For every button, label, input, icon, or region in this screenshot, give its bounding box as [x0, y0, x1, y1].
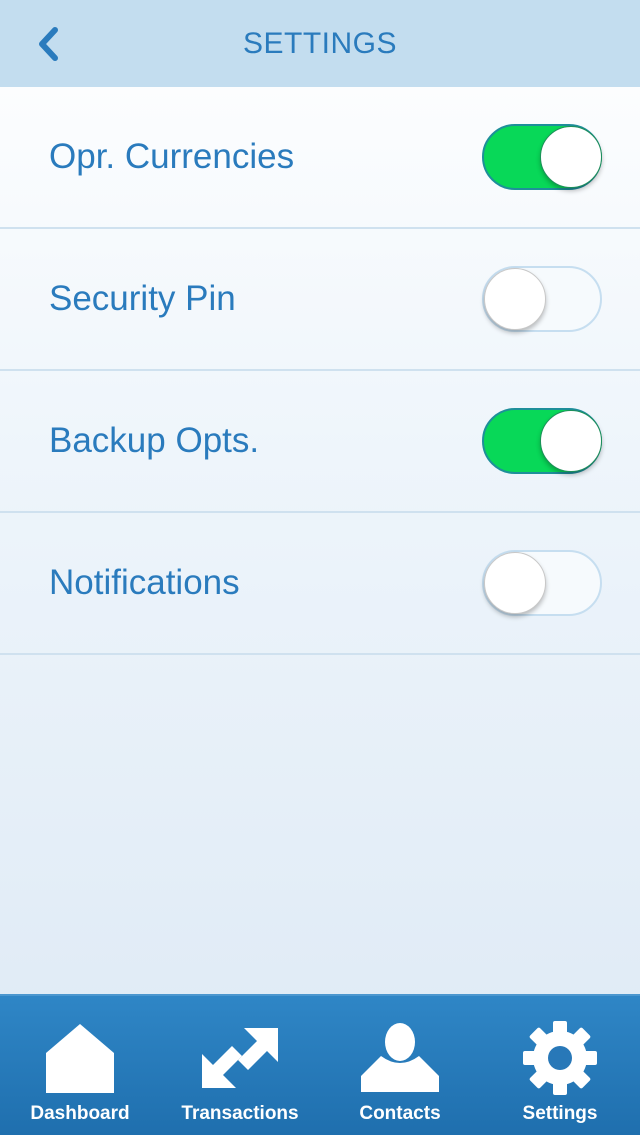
- tab-label: Settings: [522, 1103, 598, 1124]
- setting-label: Security Pin: [49, 279, 236, 318]
- home-icon: [46, 1024, 114, 1093]
- toggle-knob: [484, 552, 546, 614]
- tab-settings[interactable]: Settings: [480, 996, 640, 1135]
- tab-label: Dashboard: [30, 1103, 130, 1124]
- toggle-knob: [484, 268, 546, 330]
- security-pin-toggle[interactable]: [482, 266, 602, 332]
- back-button[interactable]: [28, 24, 68, 64]
- opr-currencies-toggle[interactable]: [482, 124, 602, 190]
- tab-transactions[interactable]: Transactions: [160, 996, 320, 1135]
- notifications-toggle[interactable]: [482, 550, 602, 616]
- setting-row-backup-opts: Backup Opts.: [0, 371, 640, 513]
- setting-row-notifications: Notifications: [0, 513, 640, 655]
- tab-label: Transactions: [181, 1103, 299, 1124]
- tab-label: Contacts: [359, 1103, 441, 1124]
- chevron-left-icon: [39, 27, 58, 61]
- setting-label: Notifications: [49, 563, 240, 602]
- setting-row-security-pin: Security Pin: [0, 229, 640, 371]
- tab-dashboard[interactable]: Dashboard: [0, 996, 160, 1135]
- tab-bar: Dashboard Transactions Contacts Settings: [0, 994, 640, 1135]
- gear-icon: [523, 1021, 597, 1095]
- setting-label: Opr. Currencies: [49, 137, 295, 176]
- person-icon: [361, 1023, 439, 1092]
- toggle-knob: [540, 410, 602, 472]
- settings-list: Opr. Currencies Security Pin Backup Opts…: [0, 87, 640, 655]
- page-title: SETTINGS: [242, 26, 397, 60]
- toggle-knob: [540, 126, 602, 188]
- transfer-arrows-icon: [202, 1028, 278, 1088]
- tab-contacts[interactable]: Contacts: [320, 996, 480, 1135]
- setting-row-opr-currencies: Opr. Currencies: [0, 87, 640, 229]
- backup-opts-toggle[interactable]: [482, 408, 602, 474]
- navigation-bar: SETTINGS: [0, 0, 640, 87]
- setting-label: Backup Opts.: [49, 421, 260, 460]
